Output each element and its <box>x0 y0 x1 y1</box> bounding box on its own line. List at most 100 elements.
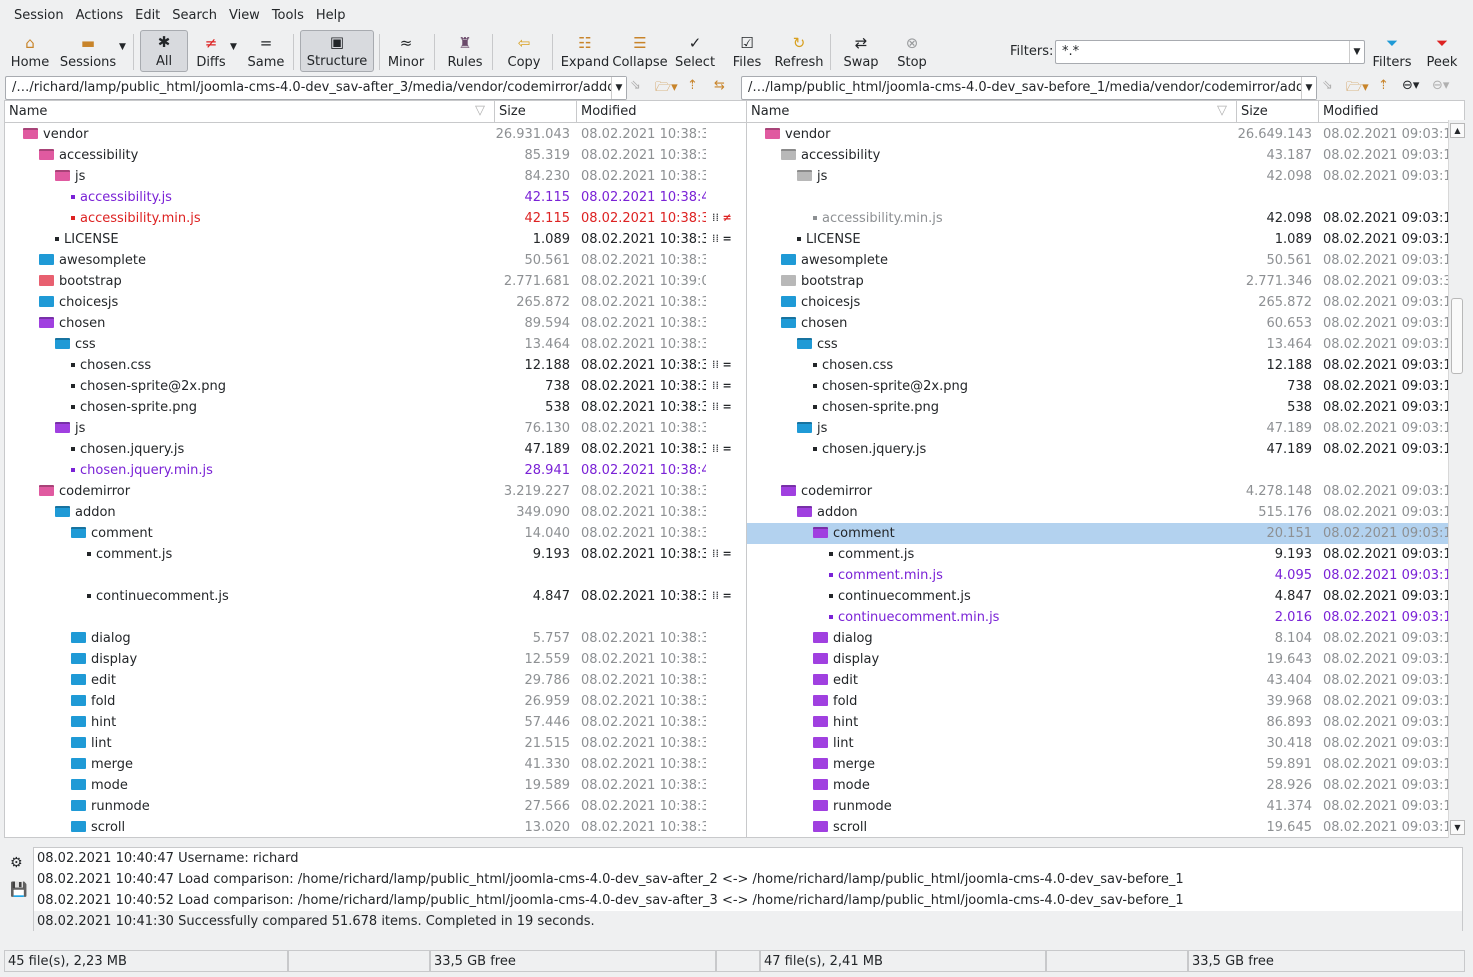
tree-row[interactable]: chosen.jquery.min.js 28.941 08.02.2021 10:… <box>5 460 706 481</box>
minor-button[interactable]: ≈ Minor <box>386 30 426 72</box>
tree-row[interactable]: chosen-sprite.png 538 08.02.2021 10:38:36 <box>5 397 706 418</box>
tree-row[interactable]: vendor 26.931.043 08.02.2021 10:38:36 <box>5 124 706 145</box>
peek-button[interactable]: ⏷ Peek <box>1424 30 1460 72</box>
menu-session[interactable]: Session <box>8 8 70 23</box>
tree-row[interactable]: dialog 8.104 08.02.2021 09:03:10 <box>747 628 1460 649</box>
tree-row[interactable]: LICENSE 1.089 08.02.2021 09:03:10 <box>747 229 1460 250</box>
tree-row[interactable]: chosen.css 12.188 08.02.2021 09:03:10 <box>747 355 1460 376</box>
tree-row[interactable]: lint 21.515 08.02.2021 10:38:36 <box>5 733 706 754</box>
tree-row[interactable]: comment 14.040 08.02.2021 10:38:36 <box>5 523 706 544</box>
select-button[interactable]: ✓ Select <box>674 30 716 72</box>
tree-row[interactable]: bootstrap 2.771.681 08.02.2021 10:39:07 <box>5 271 706 292</box>
tree-row[interactable]: accessibility.js 42.115 08.02.2021 10:38:4… <box>5 187 706 208</box>
tree-row[interactable]: chosen.jquery.js 47.189 08.02.2021 09:03:1… <box>747 439 1460 460</box>
left-modified-header[interactable]: Modified <box>577 101 706 123</box>
right-path-input[interactable]: /…/lamp/public_html/joomla-cms-4.0-dev_s… <box>741 76 1317 100</box>
tree-row[interactable]: hint 86.893 08.02.2021 09:03:12 <box>747 712 1460 733</box>
tree-row[interactable]: hint 57.446 08.02.2021 10:38:36 <box>5 712 706 733</box>
tree-row[interactable]: vendor 26.649.143 08.02.2021 09:03:10 <box>747 124 1460 145</box>
tree-row[interactable]: continuecomment.js 4.847 08.02.2021 09:03:… <box>747 586 1460 607</box>
sessions-button[interactable]: ▬ Sessions <box>58 30 118 72</box>
tree-row[interactable]: accessibility.min.js 42.098 08.02.2021 09:… <box>747 208 1460 229</box>
tree-row[interactable]: js 84.230 08.02.2021 10:38:36 <box>5 166 706 187</box>
sync-folders-icon[interactable]: ⇆ <box>714 78 725 93</box>
right-modified-header[interactable]: Modified <box>1319 101 1464 123</box>
left-name-header[interactable]: Name <box>5 101 495 123</box>
left-path-input[interactable]: /…/richard/lamp/public_html/joomla-cms-4… <box>5 76 627 100</box>
tree-row[interactable]: continuecomment.min.js 2.016 08.02.2021 09… <box>747 607 1460 628</box>
tree-row[interactable]: comment.js 9.193 08.02.2021 09:03:10 <box>747 544 1460 565</box>
tree-row[interactable]: chosen 89.594 08.02.2021 10:38:36 <box>5 313 706 334</box>
filter-dropdown-icon[interactable]: ▼ <box>1349 41 1364 63</box>
tree-row[interactable]: fold 26.959 08.02.2021 10:38:36 <box>5 691 706 712</box>
rules-button[interactable]: ♜ Rules <box>445 30 485 72</box>
tree-row[interactable]: css 13.464 08.02.2021 09:03:10 <box>747 334 1460 355</box>
right-vertical-scrollbar[interactable]: ▲ ▼ <box>1448 120 1465 838</box>
sessions-dropdown-icon[interactable]: ▼ <box>119 42 126 52</box>
filter-input[interactable]: *.* <box>1055 40 1365 64</box>
forward-icon[interactable]: ⊖▾ <box>1432 78 1449 93</box>
tree-row[interactable]: edit 29.786 08.02.2021 10:38:36 <box>5 670 706 691</box>
tree-row[interactable]: chosen-sprite.png 538 08.02.2021 09:03:10 <box>747 397 1460 418</box>
tree-row[interactable]: mode 19.589 08.02.2021 10:38:36 <box>5 775 706 796</box>
tree-row[interactable]: choicesjs 265.872 08.02.2021 10:38:36 <box>5 292 706 313</box>
tree-row[interactable]: mode 28.926 08.02.2021 09:03:12 <box>747 775 1460 796</box>
right-path-dropdown-icon[interactable]: ▼ <box>1301 77 1316 99</box>
tree-row[interactable]: js 42.098 08.02.2021 09:03:10 <box>747 166 1460 187</box>
tree-row[interactable]: codemirror 3.219.227 08.02.2021 10:38:36 <box>5 481 706 502</box>
tree-row[interactable]: addon 349.090 08.02.2021 10:38:36 <box>5 502 706 523</box>
tree-row[interactable]: dialog 5.757 08.02.2021 10:38:36 <box>5 628 706 649</box>
menu-search[interactable]: Search <box>166 8 223 23</box>
tree-row[interactable]: chosen-sprite@2x.png 738 08.02.2021 09:03:… <box>747 376 1460 397</box>
diffs-dropdown-icon[interactable]: ▼ <box>230 42 237 52</box>
tree-row[interactable]: fold 39.968 08.02.2021 09:03:11 <box>747 691 1460 712</box>
diffs-button[interactable]: ≠ Diffs <box>193 30 229 72</box>
collapse-button[interactable]: ☰ Collapse <box>612 30 667 72</box>
tree-row[interactable]: comment.min.js 4.095 08.02.2021 09:03:10 <box>747 565 1460 586</box>
expand-button[interactable]: ☷ Expand <box>560 30 610 72</box>
scroll-up-icon[interactable]: ▲ <box>1450 123 1465 138</box>
tree-row[interactable]: edit 43.404 08.02.2021 09:03:11 <box>747 670 1460 691</box>
tree-row[interactable]: css 13.464 08.02.2021 10:38:36 <box>5 334 706 355</box>
scrollbar-thumb[interactable] <box>1451 298 1463 374</box>
menu-actions[interactable]: Actions <box>70 8 130 23</box>
left-up-folder-icon[interactable]: ⇡ <box>687 78 698 93</box>
scroll-down-icon[interactable]: ▼ <box>1450 820 1465 835</box>
right-open-folder-icon[interactable]: 🗁▾ <box>1346 78 1369 100</box>
tree-row[interactable]: lint 30.418 08.02.2021 09:03:12 <box>747 733 1460 754</box>
tree-row[interactable]: merge 59.891 08.02.2021 09:03:12 <box>747 754 1460 775</box>
same-button[interactable]: = Same <box>246 30 286 72</box>
structure-button[interactable]: ▣ Structure <box>300 30 374 72</box>
tree-row[interactable]: runmode 41.374 08.02.2021 09:03:13 <box>747 796 1460 817</box>
tree-row[interactable]: LICENSE 1.089 08.02.2021 10:38:36 <box>5 229 706 250</box>
tree-row[interactable]: codemirror 4.278.148 08.02.2021 09:03:10 <box>747 481 1460 502</box>
tree-row[interactable]: comment 20.151 08.02.2021 09:03:10 <box>747 523 1460 544</box>
tree-row[interactable]: awesomplete 50.561 08.02.2021 10:38:36 <box>5 250 706 271</box>
tree-row[interactable]: display 19.643 08.02.2021 09:03:11 <box>747 649 1460 670</box>
tree-row[interactable]: chosen 60.653 08.02.2021 09:03:10 <box>747 313 1460 334</box>
right-up-folder-icon[interactable]: ⇡ <box>1378 78 1389 93</box>
menu-edit[interactable]: Edit <box>129 8 166 23</box>
menu-view[interactable]: View <box>223 8 266 23</box>
left-open-folder-icon[interactable]: 🗁▾ <box>655 78 678 100</box>
tree-row[interactable]: continuecomment.js 4.847 08.02.2021 10:38:… <box>5 586 706 607</box>
swap-button[interactable]: ⇄ Swap <box>841 30 881 72</box>
tree-row[interactable]: runmode 27.566 08.02.2021 10:38:36 <box>5 796 706 817</box>
tree-row[interactable]: js 47.189 08.02.2021 09:03:10 <box>747 418 1460 439</box>
settings-gear-icon[interactable]: ⚙ <box>10 855 23 871</box>
tree-row[interactable]: awesomplete 50.561 08.02.2021 09:03:10 <box>747 250 1460 271</box>
left-size-header[interactable]: Size <box>495 101 577 123</box>
right-size-header[interactable]: Size <box>1237 101 1319 123</box>
tree-row[interactable]: addon 515.176 08.02.2021 09:03:10 <box>747 502 1460 523</box>
tree-row[interactable]: accessibility 85.319 08.02.2021 10:38:36 <box>5 145 706 166</box>
stop-button[interactable]: ⊗ Stop <box>893 30 931 72</box>
tree-row[interactable]: chosen.css 12.188 08.02.2021 10:38:36 <box>5 355 706 376</box>
tree-row[interactable]: merge 41.330 08.02.2021 10:38:36 <box>5 754 706 775</box>
back-icon[interactable]: ⊖▾ <box>1402 78 1419 93</box>
tree-row[interactable]: chosen.jquery.js 47.189 08.02.2021 10:38:3… <box>5 439 706 460</box>
tree-row[interactable]: scroll 13.020 08.02.2021 10:38:36 <box>5 817 706 837</box>
left-path-dropdown-icon[interactable]: ▼ <box>611 77 626 99</box>
all-button[interactable]: ✱ All <box>140 30 188 72</box>
right-name-header[interactable]: Name <box>747 101 1237 123</box>
tree-row[interactable]: chosen-sprite@2x.png 738 08.02.2021 10:38:… <box>5 376 706 397</box>
